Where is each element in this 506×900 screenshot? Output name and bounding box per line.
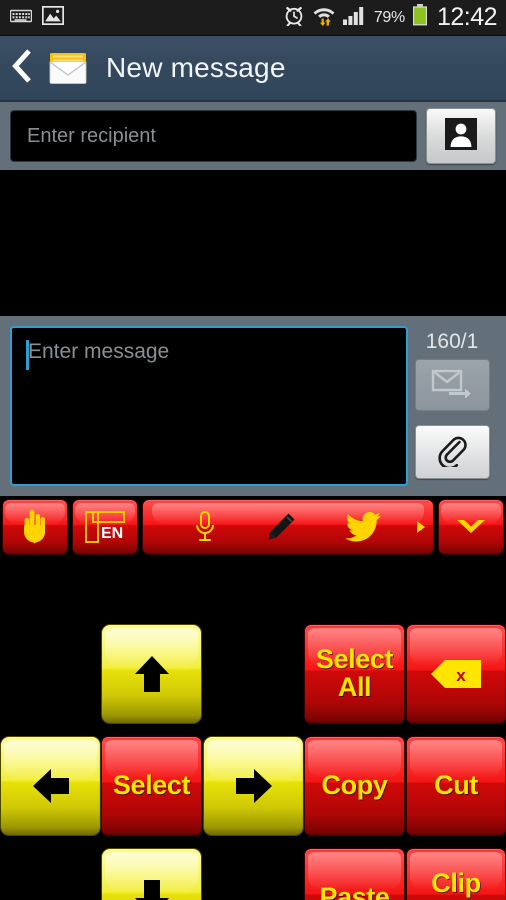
twitter-bird-icon[interactable] [345, 511, 383, 543]
compose-row: Enter message 160/1 [0, 316, 506, 496]
backspace-key[interactable]: x [406, 624, 506, 724]
status-bar: 79% 12:42 [0, 0, 506, 36]
arrow-up-icon [129, 651, 175, 697]
text-caret [26, 340, 29, 370]
input-modes-key[interactable] [142, 499, 434, 555]
select-all-label: Select All [315, 644, 394, 702]
wifi-transfer-icon [312, 4, 336, 31]
arrow-down-key[interactable] [101, 848, 202, 900]
custom-keyboard: EN Select All x Select Copy Cut Paste Cl… [0, 496, 506, 900]
cut-label: Cut [434, 770, 478, 801]
paste-key[interactable]: Paste [304, 848, 405, 900]
envelope-icon [46, 48, 90, 88]
backspace-icon: x [429, 658, 483, 690]
keyboard-toolbar: EN [0, 496, 506, 556]
page-title: New message [106, 52, 286, 83]
hand-down-icon [16, 507, 54, 547]
select-all-key[interactable]: Select All [304, 624, 405, 724]
compose-actions: 160/1 [408, 326, 496, 486]
message-input[interactable]: Enter message [10, 326, 408, 486]
cut-key[interactable]: Cut [406, 736, 506, 836]
status-bar-right: 79% 12:42 [283, 4, 506, 31]
svg-text:x: x [456, 666, 466, 685]
image-icon [41, 5, 65, 30]
keyboard-layout-icon: EN [81, 507, 129, 547]
keyboard-icon [9, 8, 33, 28]
back-button[interactable] [0, 35, 44, 101]
conversation-area[interactable] [0, 170, 506, 316]
status-bar-left [0, 5, 65, 30]
add-contact-button[interactable] [426, 108, 496, 164]
clipboard-label: Clip Board [418, 868, 494, 900]
select-label: Select [112, 770, 191, 801]
send-message-icon [431, 368, 473, 403]
svg-text:EN: EN [101, 525, 123, 542]
handwriting-key[interactable] [2, 499, 68, 555]
paperclip-icon [436, 433, 468, 472]
char-counter: 160/1 [425, 330, 479, 353]
send-button[interactable] [414, 359, 490, 411]
paste-label: Paste [319, 882, 390, 900]
message-placeholder: Enter message [28, 340, 170, 363]
recipient-input[interactable]: Enter recipient [10, 110, 417, 162]
clock-label: 12:42 [436, 3, 498, 31]
copy-label: Copy [321, 770, 388, 801]
recipient-row: Enter recipient [0, 102, 506, 170]
arrow-down-icon [129, 875, 175, 900]
battery-icon [412, 4, 428, 31]
copy-key[interactable]: Copy [304, 736, 405, 836]
battery-percent-label: 79% [373, 8, 405, 26]
more-triangle-icon[interactable] [415, 519, 427, 535]
arrow-right-icon [231, 763, 277, 809]
select-key[interactable]: Select [101, 736, 202, 836]
language-key[interactable]: EN [72, 499, 138, 555]
arrow-left-key[interactable] [0, 736, 101, 836]
pencil-icon[interactable] [265, 511, 297, 543]
chevron-down-icon [453, 515, 489, 539]
arrow-up-key[interactable] [101, 624, 202, 724]
signal-bars-icon [342, 5, 367, 30]
attach-button[interactable] [414, 425, 490, 479]
contact-person-icon [444, 117, 478, 156]
arrow-left-icon [28, 763, 74, 809]
recipient-placeholder: Enter recipient [27, 124, 156, 147]
arrow-right-key[interactable] [203, 736, 304, 836]
phone-screen: 79% 12:42 New message Enter recipient En… [0, 0, 506, 900]
action-bar: New message [0, 36, 506, 102]
clipboard-key[interactable]: Clip Board [406, 848, 506, 900]
hide-keyboard-key[interactable] [438, 499, 504, 555]
alarm-clock-icon [283, 4, 305, 31]
microphone-icon[interactable] [193, 510, 217, 544]
back-chevron-icon [11, 48, 33, 88]
